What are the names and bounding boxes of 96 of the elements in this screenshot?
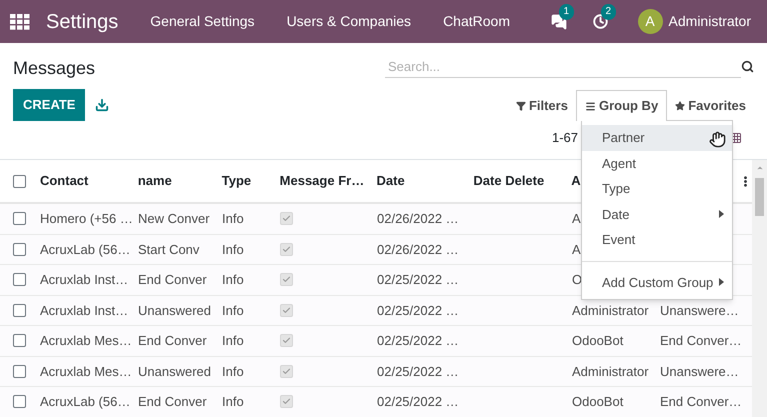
checkbox[interactable] — [13, 364, 26, 378]
table-cell: Acruxlab Inst… — [40, 272, 128, 287]
chat-icon[interactable] — [550, 14, 567, 30]
page-title: Messages — [13, 57, 96, 80]
column-header[interactable]: name — [138, 173, 172, 188]
table-cell: OdooBot — [572, 333, 624, 348]
table-cell: 02/25/2022 … — [377, 272, 459, 287]
table-cell: End Conver — [138, 333, 207, 348]
apps-grid-icon[interactable] — [10, 14, 30, 30]
table-cell: A — [572, 242, 581, 256]
table-cell: 02/25/2022 … — [377, 364, 459, 378]
table-row[interactable]: Acruxlab Mes… End Conver Info 02/25/2022 … OdooBot End Conver… — [0, 326, 752, 356]
star-icon — [675, 100, 686, 110]
menu-item[interactable]: General Settings — [150, 11, 255, 32]
table-cell: Homero (+56 … — [40, 211, 133, 226]
table-cell: Info — [222, 242, 244, 256]
check-icon — [282, 244, 291, 254]
column-header[interactable]: Contact — [40, 173, 88, 188]
table-cell: End Conver — [138, 394, 207, 409]
table-row[interactable]: Acruxlab Inst… Unanswered Info 02/25/2022 … Administrator Unanswere… — [0, 296, 752, 326]
checkbox[interactable] — [13, 334, 26, 348]
table-cell: 02/26/2022 … — [377, 242, 459, 256]
menu-option[interactable]: Date — [582, 202, 732, 227]
search-field[interactable]: Search... — [385, 55, 741, 78]
notification-badge: 1 — [558, 4, 574, 20]
table-cell: Administrator — [572, 302, 649, 318]
table-cell: AcruxLab (56… — [40, 394, 130, 409]
table-cell: Unanswere… — [660, 302, 739, 318]
table-cell: Info — [222, 394, 244, 409]
table-cell: O — [572, 272, 582, 287]
app-title: Settings — [46, 10, 118, 34]
table-cell: End Conver… — [660, 394, 742, 409]
create-button[interactable]: CREATE — [13, 89, 86, 121]
table-cell: End Conver — [138, 272, 207, 287]
column-header[interactable]: A — [571, 173, 581, 188]
table-cell: Start Conv — [138, 242, 200, 256]
table-cell: Info — [222, 272, 244, 287]
scrollbar-thumb[interactable] — [755, 178, 764, 216]
checkbox[interactable] — [13, 242, 26, 256]
table-row[interactable]: Acruxlab Mes… Unanswered Info 02/25/2022 … Administrator Unanswere… — [0, 356, 752, 387]
pointer-hand-icon — [709, 131, 726, 148]
table-cell: A — [572, 211, 581, 226]
column-header[interactable]: Type — [222, 173, 252, 188]
clock-icon[interactable] — [592, 14, 608, 29]
table-cell: Unanswered — [138, 364, 211, 378]
menu-item[interactable]: Users & Companies — [286, 11, 412, 32]
table-cell: Administrator — [572, 364, 649, 378]
table-cell: Unanswered — [138, 302, 211, 318]
search-icon[interactable] — [741, 60, 754, 73]
menu-item[interactable]: ChatRoom — [443, 11, 510, 32]
table-cell: 02/25/2022 … — [377, 333, 459, 348]
check-icon — [282, 366, 291, 376]
filter-icon — [516, 100, 526, 110]
column-header[interactable]: Message Fr… — [280, 173, 364, 188]
column-header[interactable]: Date — [376, 173, 405, 188]
check-icon — [282, 306, 291, 314]
checkbox[interactable] — [13, 395, 26, 408]
table-cell: Info — [222, 302, 244, 318]
scrollbar[interactable] — [752, 160, 767, 417]
check-icon — [282, 336, 291, 345]
table-cell: New Conver — [138, 211, 210, 226]
table-cell: Acruxlab Inst… — [40, 302, 128, 318]
table-cell: Info — [222, 333, 244, 348]
table-cell: 02/25/2022 … — [377, 302, 459, 318]
check-icon — [282, 397, 291, 406]
column-header[interactable]: Date Delete — [473, 173, 544, 188]
menu-option[interactable]: Type — [582, 176, 732, 202]
menu-option[interactable]: Add Custom Group — [582, 270, 732, 295]
notification-badge: 2 — [600, 4, 616, 20]
check-icon — [282, 214, 291, 223]
table-cell: 02/26/2022 … — [377, 211, 459, 226]
table-cell: Acruxlab Mes… — [40, 333, 132, 348]
checkbox[interactable] — [13, 273, 26, 286]
table-cell: Info — [222, 211, 244, 226]
table-cell: Acruxlab Mes… — [40, 364, 132, 378]
table-cell: OdooBot — [572, 394, 624, 409]
user-name[interactable]: Administrator — [668, 11, 751, 32]
favorites-button[interactable]: Favorites — [667, 90, 754, 121]
download-icon[interactable] — [95, 98, 110, 112]
group-by-button[interactable]: Group By — [576, 90, 668, 121]
menu-option[interactable]: Agent — [582, 150, 732, 176]
grid-view-icon[interactable] — [730, 132, 742, 144]
pager-text: 1-67 — [552, 129, 578, 148]
table-row[interactable]: AcruxLab (56… End Conver Info 02/25/2022 … OdooBot End Conver… — [0, 387, 752, 417]
table-cell: End Conver… — [660, 333, 742, 348]
checkbox[interactable] — [13, 212, 26, 226]
checkbox[interactable] — [13, 174, 26, 188]
table-cell: Unanswere… — [660, 364, 739, 378]
menu-lines-icon — [584, 100, 596, 112]
table-cell: 02/25/2022 … — [377, 394, 459, 409]
filters-button[interactable]: Filters — [508, 90, 576, 121]
menu-option[interactable]: Partner — [582, 125, 732, 150]
check-icon — [282, 275, 291, 284]
checkbox[interactable] — [13, 304, 26, 317]
table-cell: AcruxLab (56… — [40, 242, 130, 256]
table-cell: Info — [222, 364, 244, 378]
